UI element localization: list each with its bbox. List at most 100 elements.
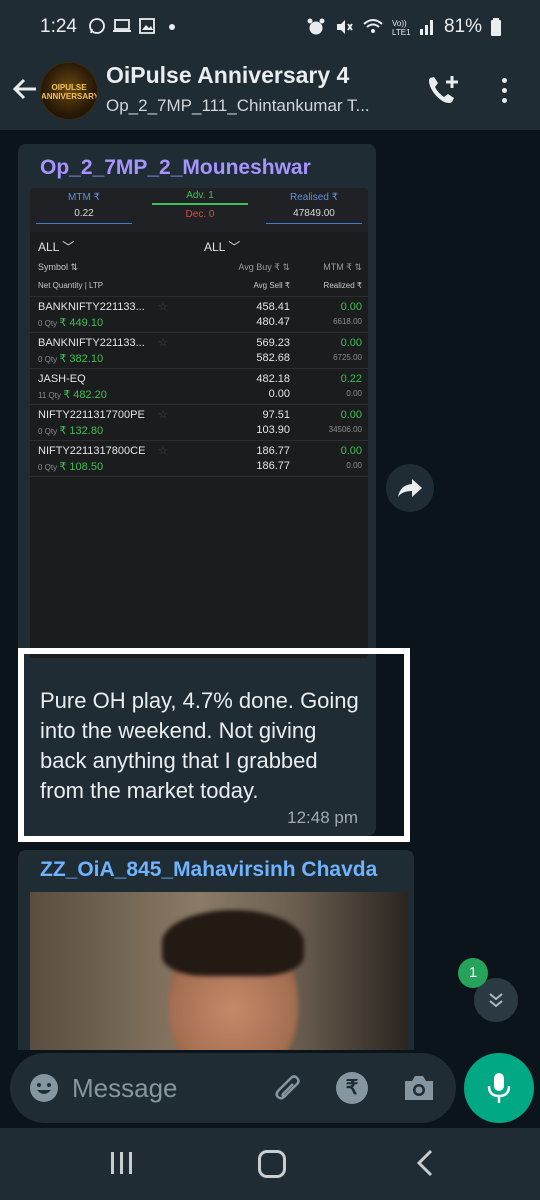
position-qty: 0 Qty [38, 463, 58, 472]
position-realized: 0.00 [346, 389, 362, 398]
payment-button[interactable]: ₹ [336, 1072, 368, 1104]
double-chevron-down-icon [489, 993, 503, 1008]
position-avg-sell: 0.00 [268, 388, 290, 400]
position-ltp: ₹ 482.20 [63, 389, 107, 401]
status-bar: 1:24 Vo)) LTE1 81% [0, 0, 540, 52]
col-avg-sell: Avg Sell ₹ [253, 281, 290, 290]
col-net-qty: Net Quantity | LTP [38, 281, 104, 290]
position-row: NIFTY2211317800CE ☆ 0 Qty ₹ 108.50 186.7… [30, 440, 368, 476]
status-notification-icons [88, 17, 178, 35]
position-avg-buy: 482.18 [256, 373, 290, 385]
divider [36, 223, 132, 224]
position-avg-buy: 186.77 [256, 445, 290, 457]
position-qty-ltp: 0 Qty ₹ 108.50 [38, 460, 103, 473]
system-navigation-bar [0, 1128, 540, 1200]
chat-header: OIPULSE ANNIVERSARY OiPulse Anniversary … [0, 52, 540, 130]
realised-summary: Realised ₹ 47849.00 [266, 192, 362, 224]
position-ltp: ₹ 132.80 [59, 425, 104, 437]
back-button[interactable] [10, 72, 40, 106]
position-avg-buy: 569.23 [256, 337, 290, 349]
position-row: NIFTY2211317700PE ☆ 0 Qty ₹ 132.80 97.51… [30, 404, 368, 440]
star-icon: ☆ [158, 337, 168, 349]
forward-icon [398, 479, 422, 497]
star-icon: ☆ [158, 301, 168, 313]
position-symbol: BANKNIFTY221133... [38, 301, 145, 313]
shared-image[interactable]: MTM ₹ 0.22 Adv. 1 Dec. 0 Realised ₹ 4784… [30, 188, 368, 658]
mtm-summary: MTM ₹ 0.22 [36, 192, 132, 224]
realised-value: 47849.00 [293, 208, 335, 219]
position-mtm: 0.00 [340, 409, 362, 421]
position-qty: 11 Qty [38, 391, 61, 400]
group-avatar-logo-text: OIPULSE ANNIVERSARY [41, 83, 98, 101]
col-mtm: MTM ₹ ⇅ [323, 262, 362, 272]
emoji-button[interactable] [28, 1072, 60, 1104]
camera-icon [405, 1076, 433, 1100]
back-arrow-icon [12, 78, 36, 100]
position-qty-ltp: 0 Qty ₹ 382.10 [38, 352, 103, 365]
position-avg-sell: 186.77 [256, 460, 290, 472]
overflow-menu-button[interactable] [492, 72, 516, 108]
alarm-icon [307, 18, 325, 35]
group-title[interactable]: OiPulse Anniversary 4 [106, 62, 349, 89]
group-avatar[interactable]: OIPULSE ANNIVERSARY [40, 62, 98, 120]
chevron-left-icon [416, 1149, 433, 1177]
phone-plus-icon [429, 76, 458, 103]
voice-message-button[interactable] [464, 1053, 534, 1123]
wifi-icon [363, 19, 383, 33]
system-back-button[interactable] [414, 1148, 436, 1178]
filter-dropdown: ALL ﹀ [204, 240, 241, 254]
message-bubble[interactable]: ZZ_OiA_845_Mahavirsinh Chavda [18, 850, 414, 1060]
add-call-button[interactable] [424, 72, 464, 108]
mtm-label: MTM ₹ [68, 192, 100, 203]
col-symbol: Symbol ⇅ [38, 262, 79, 272]
position-realized: 6618.00 [333, 317, 362, 326]
battery-icon [491, 18, 501, 36]
unread-count-badge: 1 [458, 958, 488, 988]
filter-row: ALL ﹀ ALL ﹀ [30, 238, 368, 258]
chat-area[interactable]: Op_2_7MP_2_Mouneshwar MTM ₹ 0.22 Adv. 1 … [0, 130, 540, 1060]
group-subtitle[interactable]: Op_2_7MP_111_Chintankumar T... [106, 96, 370, 116]
forward-button[interactable] [386, 464, 434, 512]
position-mtm: 0.22 [340, 373, 362, 385]
position-symbol: NIFTY2211317700PE [38, 409, 145, 421]
home-button[interactable] [258, 1150, 286, 1178]
paperclip-icon [275, 1075, 300, 1100]
svg-text:Vo)): Vo)) [392, 19, 407, 28]
position-row: BANKNIFTY221133... ☆ 0 Qty ₹ 382.10 569.… [30, 332, 368, 368]
position-realized: 34506.00 [328, 425, 362, 434]
shared-photo[interactable] [30, 892, 408, 1060]
position-realized: 0.00 [346, 461, 362, 470]
sender-name[interactable]: ZZ_OiA_845_Mahavirsinh Chavda [40, 858, 377, 882]
position-avg-buy: 458.41 [256, 301, 290, 313]
whatsapp-notification-icon [89, 18, 105, 34]
filter-dropdown: ALL ﹀ [38, 240, 75, 254]
position-symbol: NIFTY2211317800CE [38, 445, 146, 457]
position-ltp: ₹ 382.10 [59, 353, 104, 365]
recent-apps-button[interactable] [108, 1150, 136, 1176]
summary-bar: MTM ₹ 0.22 Adv. 1 Dec. 0 Realised ₹ 4784… [30, 188, 368, 232]
svg-text:LTE1: LTE1 [392, 28, 411, 37]
position-avg-buy: 97.51 [262, 409, 290, 421]
sender-name[interactable]: Op_2_7MP_2_Mouneshwar [40, 156, 311, 180]
message-placeholder[interactable]: Message [72, 1073, 178, 1104]
menu-dot [501, 97, 507, 103]
menu-dot [501, 77, 507, 83]
position-realized: 6725.00 [333, 353, 362, 362]
message-input-field[interactable]: Message ₹ [10, 1053, 456, 1123]
position-qty-ltp: 11 Qty ₹ 482.20 [38, 388, 107, 401]
declines-count: Dec. 0 [185, 209, 215, 220]
photo-hair [162, 910, 304, 976]
laptop-notification-icon [113, 19, 131, 32]
star-icon: ☆ [158, 409, 168, 421]
battery-level: 81% [443, 16, 482, 37]
dot-notification-icon [169, 24, 175, 30]
advances-count: Adv. 1 [186, 190, 214, 201]
adv-dec-summary: Adv. 1 Dec. 0 [152, 190, 248, 220]
camera-button[interactable] [402, 1072, 436, 1104]
col-avg-buy: Avg Buy ₹ ⇅ [238, 262, 290, 272]
position-qty-ltp: 0 Qty ₹ 132.80 [38, 424, 103, 437]
position-qty: 0 Qty [38, 355, 58, 364]
table-divider [30, 476, 368, 477]
attach-button[interactable] [272, 1071, 304, 1105]
position-symbol: BANKNIFTY221133... [38, 337, 145, 349]
